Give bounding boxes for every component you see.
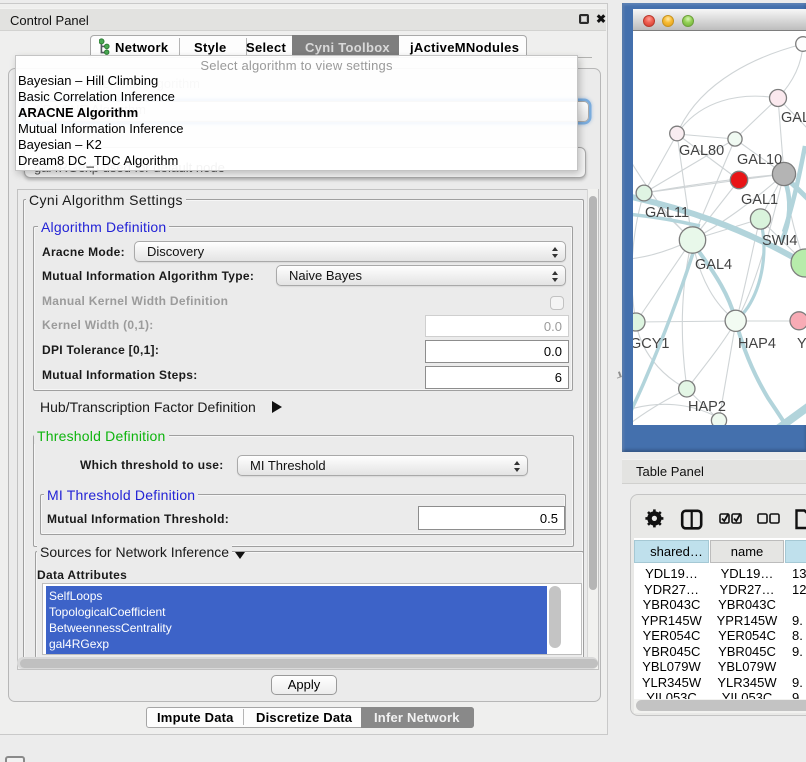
svg-text:GAL11: GAL11: [645, 205, 689, 221]
svg-text:HAP2: HAP2: [688, 399, 726, 415]
svg-text:GAL10: GAL10: [737, 152, 782, 168]
svg-text:GAL1: GAL1: [741, 192, 778, 208]
svg-text:GAL80: GAL80: [679, 143, 724, 159]
svg-text:SWI4: SWI4: [762, 233, 797, 249]
svg-text:GCY1: GCY1: [633, 336, 670, 352]
svg-text:GAL7: GAL7: [781, 110, 806, 126]
svg-text:GAL4: GAL4: [695, 257, 732, 273]
svg-text:HAP4: HAP4: [738, 336, 776, 352]
svg-text:YJ: YJ: [797, 336, 806, 352]
